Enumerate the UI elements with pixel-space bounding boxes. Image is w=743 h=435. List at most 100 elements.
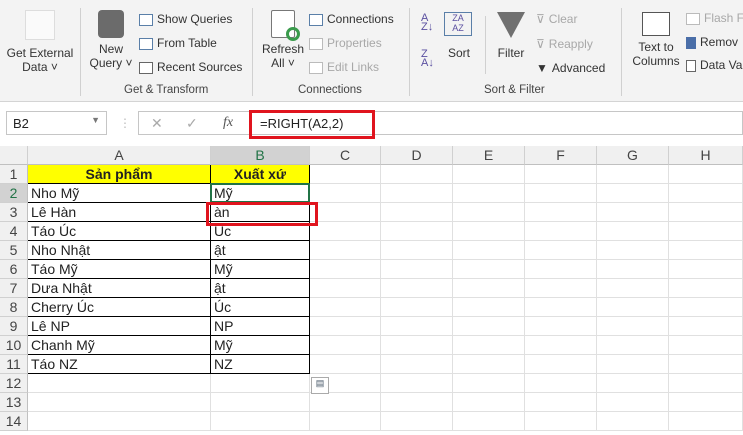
cell[interactable] bbox=[381, 317, 453, 336]
row-header[interactable]: 12 bbox=[0, 374, 28, 393]
cell[interactable] bbox=[525, 165, 597, 184]
cell[interactable] bbox=[669, 298, 743, 317]
row-header[interactable]: 10 bbox=[0, 336, 28, 355]
cell[interactable] bbox=[381, 336, 453, 355]
cell[interactable] bbox=[310, 165, 381, 184]
cell[interactable] bbox=[525, 317, 597, 336]
cell[interactable]: Lê NP bbox=[28, 317, 211, 336]
cell[interactable] bbox=[669, 317, 743, 336]
column-header[interactable]: A bbox=[28, 146, 211, 165]
advanced-button[interactable]: ▼ Advanced bbox=[536, 61, 605, 75]
cell[interactable] bbox=[669, 393, 743, 412]
insert-function-button[interactable]: fx bbox=[223, 115, 233, 131]
column-header[interactable]: F bbox=[525, 146, 597, 165]
cell[interactable] bbox=[381, 165, 453, 184]
cell[interactable] bbox=[211, 412, 310, 431]
cell[interactable] bbox=[597, 412, 669, 431]
reapply-button[interactable]: ⊽ Reapply bbox=[536, 37, 593, 51]
cell[interactable] bbox=[453, 279, 525, 298]
select-all-corner[interactable] bbox=[0, 146, 28, 165]
cell[interactable] bbox=[597, 355, 669, 374]
cell[interactable] bbox=[310, 298, 381, 317]
cell[interactable] bbox=[453, 317, 525, 336]
cell[interactable]: ật bbox=[211, 279, 310, 298]
row-header[interactable]: 9 bbox=[0, 317, 28, 336]
row-header[interactable]: 5 bbox=[0, 241, 28, 260]
cell[interactable] bbox=[310, 222, 381, 241]
show-queries-button[interactable]: Show Queries bbox=[139, 12, 232, 26]
cell[interactable] bbox=[597, 374, 669, 393]
cell[interactable] bbox=[211, 393, 310, 412]
row-header[interactable]: 13 bbox=[0, 393, 28, 412]
cell[interactable] bbox=[525, 279, 597, 298]
cell[interactable] bbox=[669, 260, 743, 279]
cell[interactable] bbox=[597, 393, 669, 412]
cell[interactable] bbox=[453, 336, 525, 355]
cell[interactable] bbox=[310, 412, 381, 431]
cell[interactable]: Lê Hàn bbox=[28, 203, 211, 222]
cell[interactable] bbox=[525, 184, 597, 203]
cell[interactable] bbox=[525, 298, 597, 317]
cell[interactable]: NP bbox=[211, 317, 310, 336]
properties-button[interactable]: Properties bbox=[309, 36, 382, 50]
paste-options-icon[interactable]: ▤ bbox=[311, 377, 329, 394]
cell[interactable] bbox=[381, 203, 453, 222]
cell[interactable] bbox=[310, 203, 381, 222]
edit-links-button[interactable]: Edit Links bbox=[309, 60, 379, 74]
connections-button[interactable]: Connections bbox=[309, 12, 394, 26]
row-header[interactable]: 14 bbox=[0, 412, 28, 431]
cell[interactable]: Xuất xứ bbox=[211, 165, 310, 184]
cell[interactable] bbox=[597, 260, 669, 279]
cell[interactable] bbox=[669, 336, 743, 355]
cell[interactable] bbox=[525, 336, 597, 355]
cell[interactable] bbox=[453, 184, 525, 203]
cell[interactable]: Nho Mỹ bbox=[28, 184, 211, 203]
cell[interactable] bbox=[597, 336, 669, 355]
cell[interactable]: NZ bbox=[211, 355, 310, 374]
cell[interactable] bbox=[453, 393, 525, 412]
new-query-button[interactable]: New Query ˅ bbox=[88, 10, 134, 80]
column-header[interactable]: C bbox=[310, 146, 381, 165]
sort-button[interactable]: ZA AZ Sort bbox=[444, 12, 474, 60]
cell[interactable]: Táo NZ bbox=[28, 355, 211, 374]
cell[interactable] bbox=[525, 355, 597, 374]
cell[interactable] bbox=[381, 184, 453, 203]
cell[interactable] bbox=[525, 260, 597, 279]
data-validation-button[interactable]: Data Va bbox=[686, 58, 742, 72]
row-header[interactable]: 2 bbox=[0, 184, 28, 203]
cell[interactable] bbox=[453, 165, 525, 184]
enter-icon[interactable]: ✓ bbox=[186, 115, 198, 132]
cell[interactable] bbox=[525, 412, 597, 431]
column-header[interactable]: B bbox=[211, 146, 310, 165]
cancel-icon[interactable]: ✕ bbox=[151, 115, 163, 132]
cell[interactable] bbox=[669, 355, 743, 374]
cell[interactable] bbox=[525, 222, 597, 241]
cell[interactable] bbox=[310, 260, 381, 279]
cell[interactable]: Táo Mỹ bbox=[28, 260, 211, 279]
row-header[interactable]: 8 bbox=[0, 298, 28, 317]
cell[interactable] bbox=[453, 241, 525, 260]
clear-button[interactable]: ⊽ Clear bbox=[536, 12, 577, 26]
cell[interactable] bbox=[669, 241, 743, 260]
cell[interactable] bbox=[453, 412, 525, 431]
cell[interactable] bbox=[310, 241, 381, 260]
cell[interactable] bbox=[669, 412, 743, 431]
dropdown-icon[interactable]: ▼ bbox=[91, 115, 100, 125]
cell[interactable] bbox=[28, 374, 211, 393]
cell[interactable] bbox=[381, 279, 453, 298]
cell[interactable] bbox=[453, 203, 525, 222]
cell[interactable] bbox=[597, 241, 669, 260]
cell[interactable] bbox=[597, 298, 669, 317]
text-to-columns-button[interactable]: Text to Columns bbox=[630, 12, 682, 68]
cell[interactable] bbox=[525, 374, 597, 393]
cell[interactable] bbox=[597, 184, 669, 203]
cell[interactable] bbox=[597, 317, 669, 336]
cell[interactable] bbox=[669, 374, 743, 393]
cell[interactable] bbox=[525, 203, 597, 222]
cell[interactable] bbox=[28, 412, 211, 431]
cell[interactable] bbox=[669, 279, 743, 298]
cell[interactable]: ật bbox=[211, 241, 310, 260]
get-external-data-button[interactable]: Get External Data ˅ bbox=[4, 8, 76, 78]
cell[interactable] bbox=[310, 336, 381, 355]
cell[interactable] bbox=[597, 222, 669, 241]
